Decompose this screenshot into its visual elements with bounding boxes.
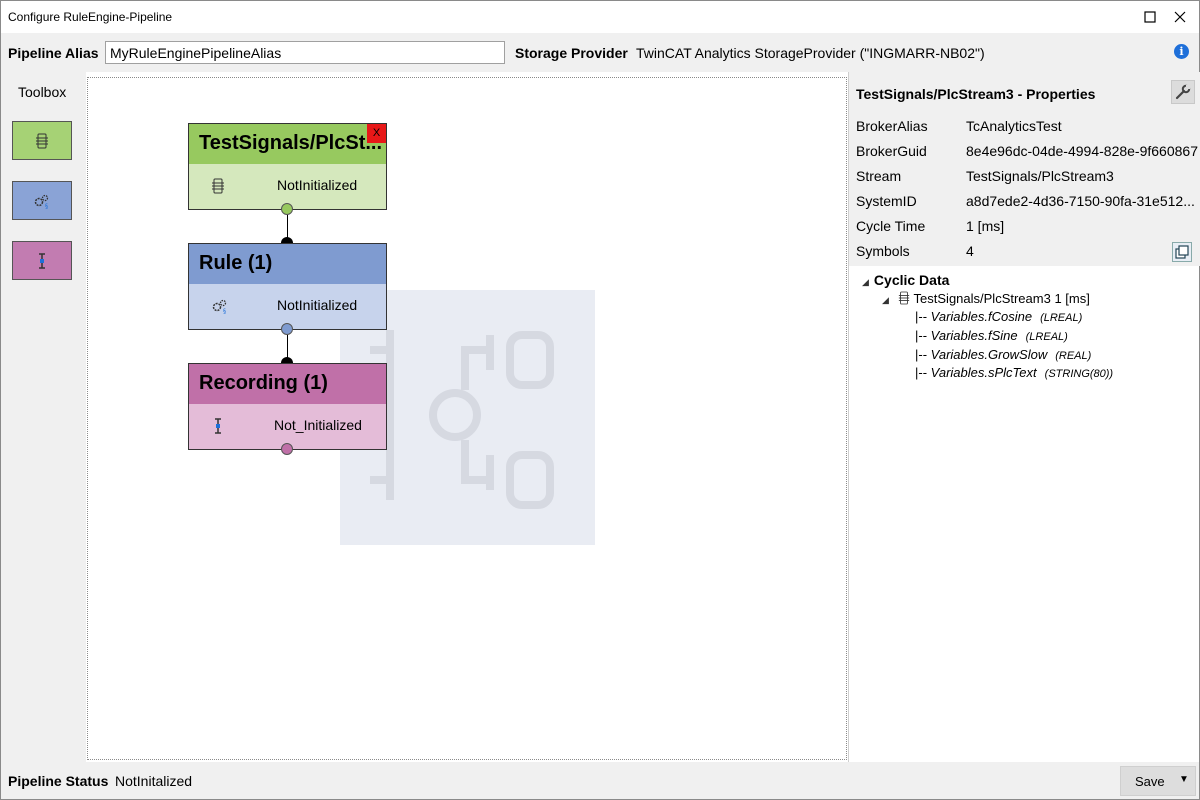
output-port[interactable] [281,323,293,335]
variable-name: Variables.fSine [930,328,1018,343]
node-status: NotInitialized [277,177,358,193]
tree-node-variable[interactable]: |-- Variables.fCosine (LREAL) [915,309,1082,324]
tree-node-label: TestSignals/PlcStream3 1 [ms] [913,291,1090,306]
storage-provider-value: TwinCAT Analytics StorageProvider ("INGM… [636,45,985,61]
stream-icon [212,178,224,194]
app-window: Configure RuleEngine-Pipeline Pipeline A… [0,0,1200,800]
tree-node-variable[interactable]: |-- Variables.GrowSlow (REAL) [915,347,1091,362]
tree-prefix: |-- [915,328,928,343]
property-value: a8d7ede2-4d36-7150-90fa-31e512... [966,193,1195,209]
property-key: Cycle Time [856,218,926,234]
property-value: TcAnalyticsTest [966,118,1062,134]
collapse-triangle-icon[interactable]: ◢ [882,295,889,306]
properties-panel: TestSignals/PlcStream3 - Properties Brok… [848,72,1200,762]
toolbox-panel: Toolbox § [1,72,86,762]
windows-icon [1175,245,1189,259]
variable-name: Variables.sPlcText [930,365,1037,380]
property-key: BrokerGuid [856,143,927,159]
property-key: Symbols [856,243,910,259]
output-port[interactable] [281,443,293,455]
variable-type: (REAL) [1055,350,1092,362]
wrench-icon [1175,84,1191,100]
variable-type: (LREAL) [1040,312,1083,324]
node-header: TestSignals/PlcSt... X [189,124,386,164]
svg-text:§: § [223,308,226,314]
toolbox-stream-item[interactable] [12,121,72,160]
property-key: SystemID [856,193,917,209]
tree-prefix: |-- [915,309,928,324]
node-status: Not_Initialized [274,417,362,433]
property-key: Stream [856,168,902,184]
close-button[interactable] [1165,1,1195,33]
symbols-expand-button[interactable] [1172,242,1192,262]
toolbox-recording-item[interactable] [12,241,72,280]
maximize-icon [1144,11,1156,23]
pipeline-status-value: NotInitalized [115,773,193,789]
title-bar: Configure RuleEngine-Pipeline [1,1,1199,33]
output-port[interactable] [281,203,293,215]
tree-node-variable[interactable]: |-- Variables.sPlcText (STRING(80)) [915,365,1113,380]
settings-button[interactable] [1171,80,1195,104]
gears-icon: § [212,299,227,314]
pipeline-node-rule[interactable]: Rule (1) § NotInitialized [188,243,387,330]
variable-type: (LREAL) [1025,331,1068,343]
storage-provider-label: Storage Provider [515,45,628,61]
property-value: 1 [ms] [966,218,1005,234]
node-header: Recording (1) [189,364,386,404]
status-bar: Pipeline Status NotInitalized Save ▼ [1,762,1199,799]
stream-icon [898,291,909,305]
tree-prefix: |-- [915,347,928,362]
node-title: Rule (1) [199,252,273,274]
variable-type: (STRING(80)) [1044,368,1114,380]
save-button[interactable]: Save ▼ [1120,766,1196,796]
pipeline-node-recording[interactable]: Recording (1) Not_Initialized [188,363,387,450]
pipeline-alias-input[interactable] [105,41,505,64]
svg-text:§: § [45,203,48,209]
property-value: 4 [966,243,974,259]
close-icon [1174,11,1186,23]
maximize-button[interactable] [1135,1,1165,33]
tree-prefix: |-- [915,365,928,380]
pipeline-node-stream[interactable]: TestSignals/PlcSt... X NotInitialized [188,123,387,210]
chevron-down-icon[interactable]: ▼ [1179,774,1189,785]
node-header: Rule (1) [189,244,386,284]
tree-node-variable[interactable]: |-- Variables.fSine (LREAL) [915,328,1068,343]
variable-name: Variables.GrowSlow [930,347,1048,362]
stream-icon [36,133,48,148]
info-icon[interactable]: i [1174,44,1189,59]
node-status: NotInitialized [277,297,358,313]
recording-icon [39,252,45,269]
properties-title: TestSignals/PlcStream3 - Properties [856,86,1096,102]
property-value: TestSignals/PlcStream3 [966,168,1114,184]
property-key: BrokerAlias [856,118,928,134]
save-button-label: Save [1135,774,1165,789]
tree-node-label: Cyclic Data [873,272,950,288]
node-title: Recording (1) [199,372,328,394]
pipeline-alias-label: Pipeline Alias [8,45,99,61]
properties-header: TestSignals/PlcStream3 - Properties Brok… [849,72,1200,266]
window-title: Configure RuleEngine-Pipeline [8,10,173,24]
pipeline-header: Pipeline Alias Storage Provider TwinCAT … [1,33,1199,72]
toolbox-rule-item[interactable]: § [12,181,72,220]
tree-node-cyclic-data[interactable]: ◢ Cyclic Data [862,272,949,288]
toolbox-title: Toolbox [18,84,67,100]
node-close-button[interactable]: X [367,124,386,143]
variable-name: Variables.fCosine [930,309,1033,324]
tree-node-stream[interactable]: ◢ TestSignals/PlcStream3 1 [ms] [882,291,1090,306]
pipeline-status-label: Pipeline Status [8,773,109,789]
node-title: TestSignals/PlcSt... [199,132,383,154]
property-value: 8e4e96dc-04de-4994-828e-9f660867 [966,143,1198,159]
collapse-triangle-icon[interactable]: ◢ [862,277,869,288]
recording-icon [215,418,221,434]
gears-icon: § [34,194,49,209]
pipeline-canvas[interactable]: TestSignals/PlcSt... X NotInitialized Ru… [87,77,847,760]
